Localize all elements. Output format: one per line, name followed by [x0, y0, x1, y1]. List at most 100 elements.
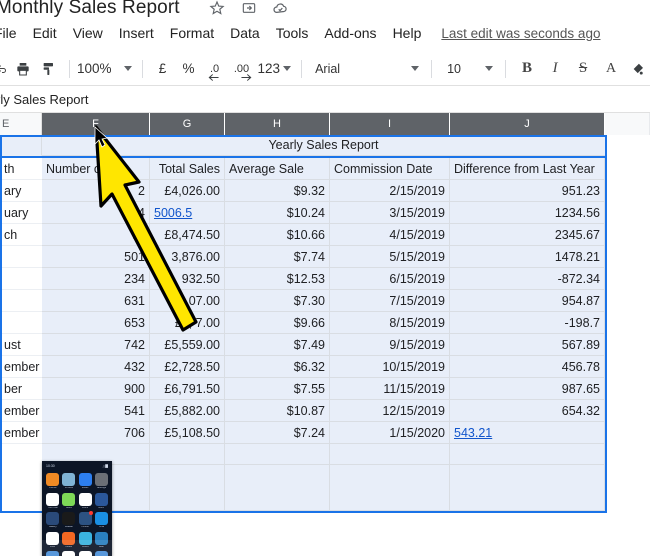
chevron-down-icon[interactable] — [411, 66, 420, 71]
column-header-J[interactable]: J — [450, 113, 605, 135]
column-header-I[interactable]: I — [330, 113, 450, 135]
cell-month-row-10[interactable]: ber — [0, 378, 42, 400]
cell-difference-from-last-year-row-12[interactable]: 543.21 — [450, 422, 605, 444]
cell-month-row-2[interactable]: uary — [0, 202, 42, 224]
cell-total-sales-row-12[interactable]: £5,108.50 — [150, 422, 225, 444]
cell-commission-date-row-7[interactable]: 8/15/2019 — [330, 312, 450, 334]
cell-commission-date-row-8[interactable]: 9/15/2019 — [330, 334, 450, 356]
cell-average-sale-row-6[interactable]: $7.30 — [225, 290, 330, 312]
menu-item-view[interactable]: View — [65, 23, 111, 43]
currency-format-button[interactable]: £ — [150, 55, 176, 83]
cell-month-row-1[interactable]: ary — [0, 180, 42, 202]
cell-commission-date-row-11[interactable]: 12/15/2019 — [330, 400, 450, 422]
cell-month-row-5[interactable] — [0, 268, 42, 290]
cell-average-sale-row-8[interactable]: $7.49 — [225, 334, 330, 356]
cell-total-sales-row-7[interactable]: £6, 7.00 — [150, 312, 225, 334]
menu-item-edit[interactable]: Edit — [25, 23, 65, 43]
phone-app-icon-7[interactable]: Word — [94, 492, 108, 510]
cell-average-sale-row-2[interactable]: $10.24 — [225, 202, 330, 224]
menu-item-file[interactable]: File — [0, 23, 25, 43]
phone-app-icon-3[interactable]: Settings — [94, 473, 108, 490]
blank-cell-G2[interactable] — [150, 465, 225, 511]
cell-total-sales-row-9[interactable]: £2,728.50 — [150, 356, 225, 378]
cell-average-sale-row-9[interactable]: $6.32 — [225, 356, 330, 378]
cell-number-of-sales-row-5[interactable]: 234 — [42, 268, 150, 290]
cell-F2-number-header[interactable]: Number o — [42, 158, 150, 180]
cell-month-row-3[interactable]: ch — [0, 224, 42, 246]
increase-decimal-button[interactable]: .00 — [228, 55, 256, 83]
cell-month-row-12[interactable]: ember — [0, 422, 42, 444]
cell-total-sales-row-8[interactable]: £5,559.00 — [150, 334, 225, 356]
cell-month-row-6[interactable] — [0, 290, 42, 312]
phone-app-icon-8[interactable]: Gallery — [46, 512, 60, 529]
cell-difference-from-last-year-row-5[interactable]: -872.34 — [450, 268, 605, 290]
cell-commission-date-row-1[interactable]: 2/15/2019 — [330, 180, 450, 202]
cell-number-of-sales-row-11[interactable]: 541 — [42, 400, 150, 422]
menu-item-tools[interactable]: Tools — [268, 23, 317, 43]
undo-icon[interactable] — [0, 55, 10, 83]
cell-difference-from-last-year-row-1[interactable]: 951.23 — [450, 180, 605, 202]
cell-H2-average-header[interactable]: Average Sale — [225, 158, 330, 180]
cell-total-sales-row-2[interactable]: 5006.5 — [150, 202, 225, 224]
blank-cell-J[interactable] — [450, 444, 605, 465]
cell-total-sales-row-11[interactable]: £5,882.00 — [150, 400, 225, 422]
cell-month-row-4[interactable] — [0, 246, 42, 268]
star-icon[interactable] — [208, 0, 226, 17]
column-header-F[interactable]: F — [42, 113, 150, 135]
percent-format-button[interactable]: % — [176, 55, 202, 83]
cell-I2-commission-header[interactable]: Commission Date — [330, 158, 450, 180]
cell-number-of-sales-row-8[interactable]: 742 — [42, 334, 150, 356]
cell-difference-from-last-year-row-3[interactable]: 2345.67 — [450, 224, 605, 246]
blank-cell-I2[interactable] — [330, 465, 450, 511]
cell-month-row-7[interactable] — [0, 312, 42, 334]
document-title[interactable]: Monthly Sales Report — [0, 0, 180, 19]
cell-difference-from-last-year-row-7[interactable]: -198.7 — [450, 312, 605, 334]
menu-item-help[interactable]: Help — [385, 23, 430, 43]
zoom-control[interactable]: 100% — [77, 61, 132, 76]
cell-commission-date-row-10[interactable]: 11/15/2019 — [330, 378, 450, 400]
number-format-dropdown[interactable]: 123 — [258, 61, 292, 76]
blank-cell-H2[interactable] — [225, 465, 330, 511]
decrease-decimal-button[interactable]: .0 — [202, 55, 228, 83]
menu-item-add-ons[interactable]: Add-ons — [316, 23, 384, 43]
formula-bar[interactable]: rly Sales Report — [0, 86, 650, 113]
menu-item-insert[interactable]: Insert — [111, 23, 162, 43]
blank-cell-G[interactable] — [150, 444, 225, 465]
phone-dock[interactable] — [42, 540, 112, 556]
cell-total-sales-row-4[interactable]: 3,876.00 — [150, 246, 225, 268]
cell-difference-from-last-year-row-4[interactable]: 1478.21 — [450, 246, 605, 268]
fill-color-icon[interactable] — [625, 55, 647, 83]
cell-average-sale-row-5[interactable]: $12.53 — [225, 268, 330, 290]
strikethrough-button[interactable]: S — [569, 55, 597, 83]
menu-item-format[interactable]: Format — [162, 23, 222, 43]
cell-commission-date-row-9[interactable]: 10/15/2019 — [330, 356, 450, 378]
cell-number-of-sales-row-6[interactable]: 631 — [42, 290, 150, 312]
cell-difference-from-last-year-row-11[interactable]: 654.32 — [450, 400, 605, 422]
phone-app-icon-9[interactable]: Reader — [62, 512, 76, 529]
bold-button[interactable]: B — [513, 55, 541, 83]
cell-average-sale-row-7[interactable]: $9.66 — [225, 312, 330, 334]
cell-commission-date-row-2[interactable]: 3/15/2019 — [330, 202, 450, 224]
cell-difference-from-last-year-row-6[interactable]: 954.87 — [450, 290, 605, 312]
column-header-E[interactable]: E — [0, 113, 42, 135]
cell-commission-date-row-5[interactable]: 6/15/2019 — [330, 268, 450, 290]
cell-month-row-9[interactable]: ember — [0, 356, 42, 378]
blank-cell-H[interactable] — [225, 444, 330, 465]
cell-month-row-11[interactable]: ember — [0, 400, 42, 422]
cell-number-of-sales-row-7[interactable]: 653 — [42, 312, 150, 334]
formula-input[interactable]: rly Sales Report — [0, 92, 88, 107]
print-icon[interactable] — [10, 55, 36, 83]
text-color-button[interactable]: A — [597, 55, 625, 83]
phone-app-icon-10[interactable]: Tumblr — [78, 511, 93, 529]
cell-E2-month-header[interactable]: th — [0, 158, 42, 180]
merged-title-cell[interactable]: Yearly Sales Report — [42, 135, 605, 156]
cell-number-of-sales-row-3[interactable]: 79 — [42, 224, 150, 246]
cell-E1[interactable] — [0, 135, 42, 156]
cell-difference-from-last-year-row-9[interactable]: 456.78 — [450, 356, 605, 378]
font-size-label[interactable]: 10 — [447, 62, 485, 76]
cell-average-sale-row-4[interactable]: $7.74 — [225, 246, 330, 268]
cell-commission-date-row-3[interactable]: 4/15/2019 — [330, 224, 450, 246]
phone-app-icon-5[interactable]: Store — [62, 492, 76, 510]
move-to-folder-icon[interactable] — [240, 0, 258, 17]
phone-app-icon-1[interactable]: Photos — [62, 473, 76, 490]
